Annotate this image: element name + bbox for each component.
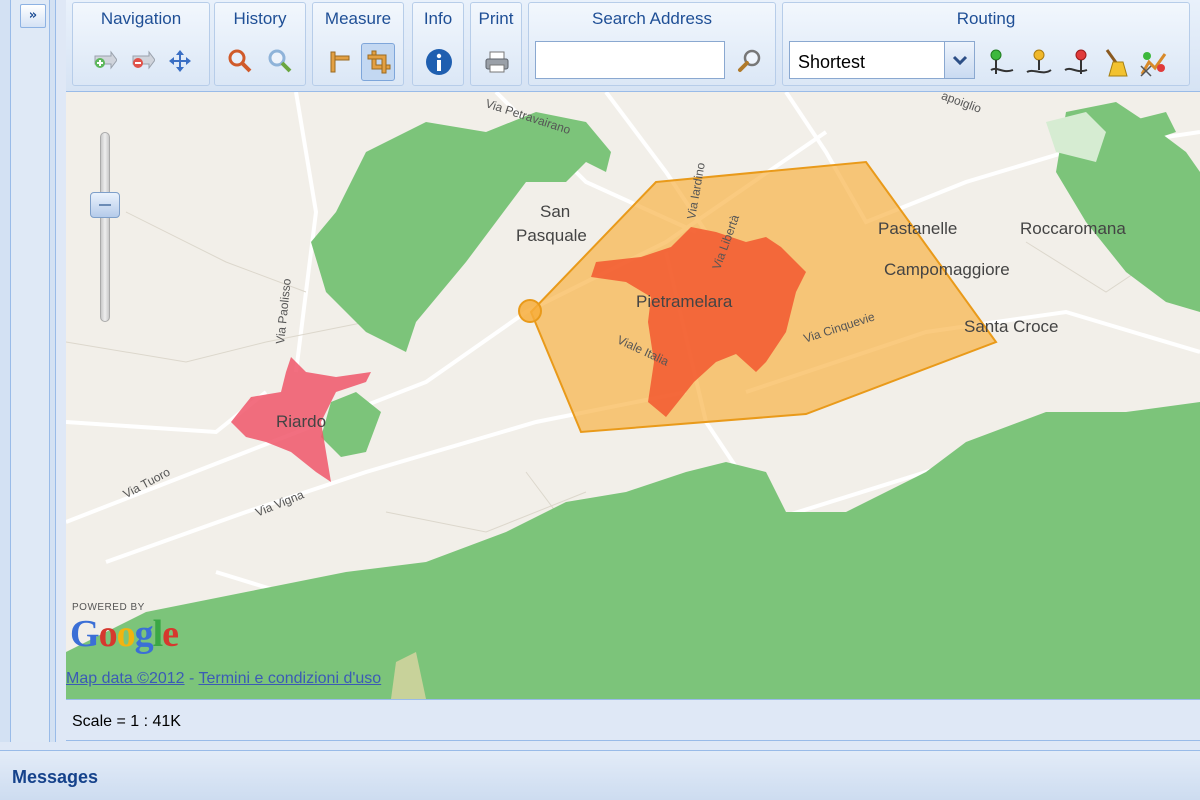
pan-move-icon (169, 50, 191, 72)
history-back-icon (228, 49, 252, 73)
routing-group: Routing Shortest (782, 2, 1190, 86)
map-toolbar: Navigation History Measure Info Print Se… (66, 0, 1200, 92)
measure-line-button[interactable] (321, 43, 355, 81)
route-clear-icon (1105, 49, 1128, 77)
search-address-title: Search Address (591, 9, 712, 28)
map-attribution: Map data ©2012 - Termini e condizioni d'… (66, 670, 381, 688)
scale-readout: Scale = 1 : 41K (72, 713, 181, 730)
search-button[interactable] (733, 43, 767, 81)
map-data-link[interactable]: Map data ©2012 (66, 670, 185, 687)
measure-start-point[interactable] (518, 299, 542, 323)
search-address-input[interactable] (535, 41, 725, 79)
messages-panel[interactable]: Messages (0, 750, 1200, 800)
info-group-title: Info (423, 9, 453, 28)
info-button[interactable] (421, 43, 455, 81)
navigation-group: Navigation (72, 2, 210, 86)
google-logo: Google (70, 613, 179, 655)
route-type-select[interactable]: Shortest (789, 41, 975, 79)
print-group: Print (470, 2, 522, 86)
history-group-title: History (233, 9, 287, 28)
history-back-button[interactable] (223, 43, 257, 81)
routing-group-title: Routing (956, 9, 1016, 28)
measure-area-icon (367, 50, 391, 74)
chevron-down-icon (952, 55, 968, 66)
map-canvas (66, 92, 1200, 699)
zoom-slider-thumb[interactable] (90, 192, 120, 218)
route-clear-button[interactable] (1097, 43, 1131, 81)
place-label-san: San (540, 202, 571, 221)
history-group: History (214, 2, 306, 86)
map-view[interactable]: San Pasquale Pastanelle Roccaromana Camp… (66, 92, 1200, 699)
route-via-button[interactable] (1021, 43, 1055, 81)
place-label-pastanelle: Pastanelle (878, 219, 958, 238)
route-start-button[interactable] (983, 43, 1017, 81)
status-bar: Scale = 1 : 41K (66, 699, 1200, 741)
place-label-pasquale: Pasquale (516, 226, 587, 245)
route-end-button[interactable] (1059, 43, 1093, 81)
route-calculate-icon (1140, 52, 1167, 77)
history-forward-button[interactable] (263, 43, 297, 81)
place-label-santa-croce: Santa Croce (964, 317, 1059, 336)
history-forward-icon (268, 49, 292, 73)
place-label-riardo: Riardo (276, 412, 327, 431)
terms-link[interactable]: Termini e condizioni d'uso (198, 670, 381, 687)
place-label-roccaromana: Roccaromana (1020, 219, 1126, 238)
route-start-icon (990, 49, 1014, 74)
attribution-separator: - (184, 670, 199, 687)
place-label-campomaggiore: Campomaggiore (884, 260, 1010, 279)
printer-icon (485, 51, 509, 73)
search-address-group: Search Address (528, 2, 776, 86)
pan-button[interactable] (163, 43, 197, 81)
zoom-out-pan-button[interactable] (125, 43, 159, 81)
measure-group-title: Measure (324, 9, 392, 28)
search-icon (738, 49, 761, 72)
info-group: Info (412, 2, 464, 86)
expand-panel-button[interactable]: » (20, 4, 46, 28)
left-panel-strip (10, 0, 50, 742)
zoom-in-pan-icon (94, 50, 117, 70)
info-icon (426, 49, 452, 75)
measure-group: Measure (312, 2, 404, 86)
route-via-icon (1026, 49, 1052, 74)
zoom-in-pan-button[interactable] (87, 43, 121, 81)
left-collapsed-panel: » (0, 0, 56, 742)
place-label-pietramelara: Pietramelara (636, 292, 733, 311)
route-calculate-button[interactable] (1135, 43, 1169, 81)
route-type-dropdown-arrow[interactable] (944, 42, 974, 78)
app-window: » Navigation History Measure Info Print … (0, 0, 1200, 800)
route-end-icon (1064, 49, 1088, 74)
print-button[interactable] (479, 43, 513, 81)
route-type-value: Shortest (798, 52, 866, 72)
zoom-out-pan-icon (132, 50, 155, 70)
navigation-group-title: Navigation (100, 9, 182, 28)
measure-line-icon (330, 51, 350, 73)
zoom-slider-track[interactable] (100, 132, 110, 322)
messages-title: Messages (12, 767, 99, 787)
print-group-title: Print (478, 9, 514, 28)
measure-area-button[interactable] (361, 43, 395, 81)
